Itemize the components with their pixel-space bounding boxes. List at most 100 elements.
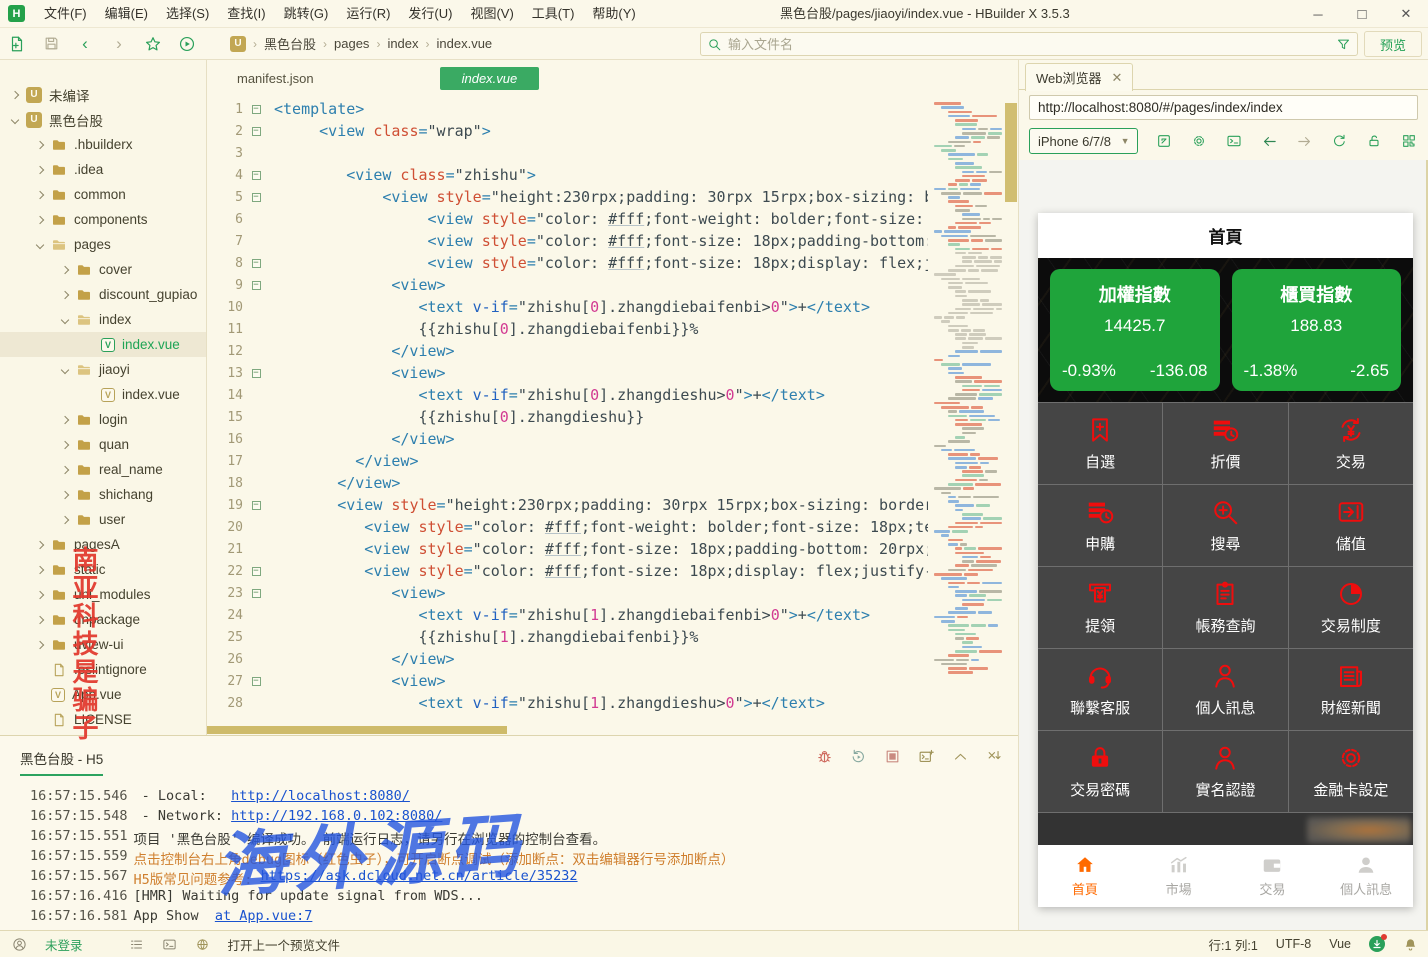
line-number[interactable]: 9 [207,278,243,293]
code-line[interactable]: 5−<view style="height:230rpx;padding: 30… [207,186,928,208]
fold-marker[interactable]: − [248,369,264,378]
line-number[interactable]: 20 [207,520,243,535]
code-line[interactable]: 3 [207,142,928,164]
line-number[interactable]: 4 [207,168,243,183]
fold-marker[interactable]: − [248,171,264,180]
grid-item-2[interactable]: 交易 [1289,403,1413,484]
favorite-star-icon[interactable] [136,31,170,57]
code-line[interactable]: 10<text v-if="zhishu[0].zhangdiebaifenbi… [207,296,928,318]
tree-item-common[interactable]: common [0,182,206,207]
tree-item-index-vue[interactable]: Vindex.vue [0,332,206,357]
line-number[interactable]: 27 [207,674,243,689]
line-number[interactable]: 12 [207,344,243,359]
menu-item-7[interactable]: 视图(V) [461,0,522,28]
tree-item-unpackage[interactable]: unpackage [0,607,206,632]
run-icon[interactable] [170,31,204,57]
tree-item--hbuilderx[interactable]: .hbuilderx [0,132,206,157]
line-number[interactable]: 25 [207,630,243,645]
save-icon[interactable] [34,31,68,57]
chevron-right-icon[interactable] [36,540,44,548]
code-line[interactable]: 6<view style="color: #fff;font-weight: b… [207,208,928,230]
maximize-button[interactable]: □ [1340,0,1384,28]
line-number[interactable]: 11 [207,322,243,337]
code-line[interactable]: 17</view> [207,450,928,472]
editor-tab-manifest-json[interactable]: manifest.json [225,67,326,90]
grid-item-5[interactable]: 儲值 [1289,485,1413,566]
editor-vertical-scrollbar[interactable] [1005,103,1017,202]
code-line[interactable]: 1−<template> [207,98,928,120]
grid-item-4[interactable]: 搜尋 [1163,485,1287,566]
tree-item-quan[interactable]: quan [0,432,206,457]
code-line[interactable]: 28<text v-if="zhishu[1].zhangdieshu>0">+… [207,692,928,714]
tree-item-pagesa[interactable]: pagesA [0,532,206,557]
login-status[interactable]: 未登录 [45,935,83,954]
fold-marker[interactable]: − [248,589,264,598]
editor-horizontal-scrollbar[interactable] [207,726,507,734]
external-window-icon[interactable] [1155,131,1173,151]
tree-item-index[interactable]: index [0,307,206,332]
menu-item-1[interactable]: 编辑(E) [96,0,157,28]
filter-funnel-icon[interactable] [1336,37,1351,52]
tree-item-user[interactable]: user [0,507,206,532]
code-line[interactable]: 19−<view style="height:230rpx;padding: 3… [207,494,928,516]
tree-item-components[interactable]: components [0,207,206,232]
grid-item-13[interactable]: 實名認證 [1163,731,1287,812]
grid-item-12[interactable]: 交易密碼 [1038,731,1162,812]
fold-marker[interactable]: − [248,259,264,268]
line-number[interactable]: 23 [207,586,243,601]
chevron-right-icon[interactable] [61,465,69,473]
grid-item-14[interactable]: 金融卡設定 [1289,731,1413,812]
line-number[interactable]: 13 [207,366,243,381]
menu-item-3[interactable]: 查找(I) [218,0,274,28]
code-line[interactable]: 14<text v-if="zhishu[0].zhangdieshu>0">+… [207,384,928,406]
breadcrumb-segment-2[interactable]: index [387,36,418,51]
menu-item-5[interactable]: 运行(R) [337,0,399,28]
new-console-icon[interactable] [916,746,936,766]
index-card-0[interactable]: 加權指數14425.7-0.93%-136.08 [1050,269,1220,391]
line-number[interactable]: 22 [207,564,243,579]
tree-item-login[interactable]: login [0,407,206,432]
grid-item-10[interactable]: 個人訊息 [1163,649,1287,730]
chevron-down-icon[interactable] [36,240,44,248]
clear-console-icon[interactable] [984,746,1004,766]
tree-item-pages[interactable]: pages [0,232,206,257]
forward-icon[interactable]: › [102,31,136,57]
tree-item-shichang[interactable]: shichang [0,482,206,507]
code-line[interactable]: 24<text v-if="zhishu[1].zhangdiebaifenbi… [207,604,928,626]
nav-forward-icon[interactable] [1295,131,1313,151]
line-number[interactable]: 21 [207,542,243,557]
gear-icon[interactable] [1190,131,1208,151]
grid-item-0[interactable]: 自選 [1038,403,1162,484]
chevron-right-icon[interactable] [61,290,69,298]
tree-item-license[interactable]: LICENSE [0,707,206,732]
menu-item-0[interactable]: 文件(F) [35,0,96,28]
grid-item-1[interactable]: 折價 [1163,403,1287,484]
browser-tab-close-icon[interactable]: ✕ [1112,70,1123,86]
line-number[interactable]: 6 [207,212,243,227]
tree-item--eslintignore[interactable]: .eslintignore [0,657,206,682]
code-line[interactable]: 26</view> [207,648,928,670]
grid-item-6[interactable]: 提領 [1038,567,1162,648]
code-line[interactable]: 9−<view> [207,274,928,296]
code-line[interactable]: 27−<view> [207,670,928,692]
code-line[interactable]: 13−<view> [207,362,928,384]
tree-item--[interactable]: U黑色台股 [0,107,206,132]
chevron-right-icon[interactable] [36,190,44,198]
code-line[interactable]: 16</view> [207,428,928,450]
line-number[interactable]: 16 [207,432,243,447]
url-input[interactable] [1029,95,1418,120]
code-line[interactable]: 2−<view class="wrap"> [207,120,928,142]
code-line[interactable]: 22−<view style="color: #fff;font-size: 1… [207,560,928,582]
list-icon[interactable] [129,937,144,952]
tree-item-static[interactable]: static [0,557,206,582]
code-line[interactable]: 18</view> [207,472,928,494]
tree-item-index-vue[interactable]: Vindex.vue [0,382,206,407]
fold-marker[interactable]: − [248,567,264,576]
chevron-right-icon[interactable] [36,140,44,148]
fold-marker[interactable]: − [248,193,264,202]
code-line[interactable]: 23−<view> [207,582,928,604]
notification-bell-icon[interactable] [1403,937,1418,952]
fold-marker[interactable]: − [248,281,264,290]
breadcrumb-segment-0[interactable]: 黑色台股 [264,34,316,53]
device-selector[interactable]: iPhone 6/7/8 ▼ [1029,128,1138,154]
